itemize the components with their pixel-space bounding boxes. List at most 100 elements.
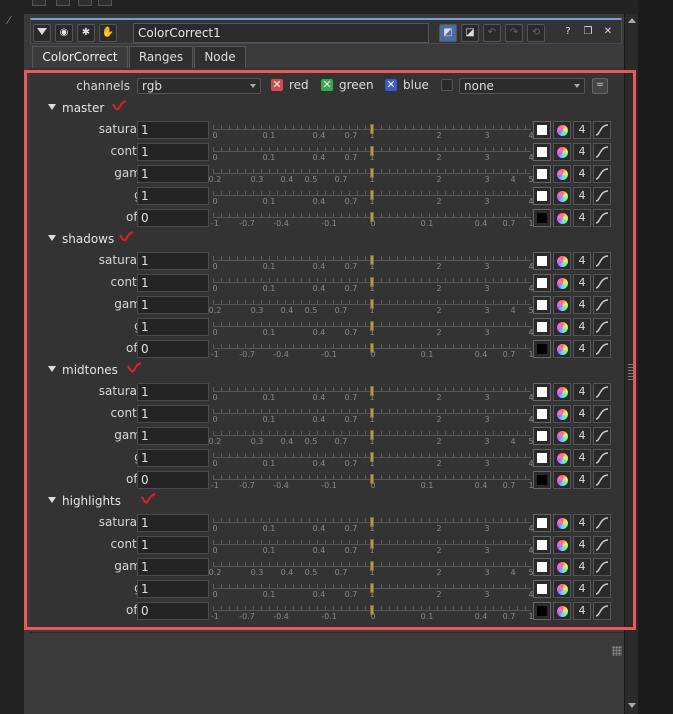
offset-slider[interactable]: -1 -0.7 -0.4 -0.1 0 0.1 0.4 0.7 1 (211, 340, 534, 359)
toolbar-tab-icon[interactable] (98, 0, 112, 6)
toolbar-tab-icon[interactable] (56, 0, 70, 6)
animation-curve-button[interactable] (593, 165, 611, 183)
color-wheel-button[interactable] (553, 558, 571, 576)
color-swatch-button[interactable] (533, 274, 551, 292)
animation-curve-button[interactable] (593, 143, 611, 161)
color-swatch-button[interactable] (533, 209, 551, 227)
contrast-value-field[interactable]: 1 (137, 536, 209, 554)
tab-node[interactable]: Node (194, 46, 246, 68)
channel-split-button[interactable]: 4 (573, 296, 591, 314)
animation-curve-button[interactable] (593, 252, 611, 270)
gamma-slider[interactable]: 0.2 0.3 0.4 0.5 0.7 1 2 3 4 5 (209, 427, 534, 446)
gamma-value-field[interactable]: 1 (137, 165, 209, 183)
saturation-value-field[interactable]: 1 (137, 121, 209, 139)
gain-slider[interactable]: 0 0.1 0.4 0.7 1 2 3 4 (212, 318, 534, 337)
collapse-button[interactable] (33, 24, 51, 42)
saturation-slider[interactable]: 0 0.1 0.4 0.7 1 2 3 4 (212, 121, 534, 140)
tab-colorcorrect[interactable]: ColorCorrect (32, 46, 128, 68)
contrast-slider[interactable]: 0 0.1 0.4 0.7 1 2 3 4 (212, 143, 534, 162)
toolbar-tab-icon[interactable] (32, 0, 46, 6)
animation-curve-button[interactable] (593, 514, 611, 532)
animation-curve-button[interactable] (593, 471, 611, 489)
channel-split-button[interactable]: 4 (573, 187, 591, 205)
contrast-value-field[interactable]: 1 (137, 143, 209, 161)
channels-select[interactable]: rgb (137, 78, 261, 94)
animation-curve-button[interactable] (593, 558, 611, 576)
color-wheel-button[interactable] (553, 296, 571, 314)
color-wheel-button[interactable] (553, 143, 571, 161)
animation-curve-button[interactable] (593, 449, 611, 467)
saturation-slider[interactable]: 0 0.1 0.4 0.7 1 2 3 4 (212, 383, 534, 402)
offset-slider[interactable]: -1 -0.7 -0.4 -0.1 0 0.1 0.4 0.7 1 (211, 471, 534, 490)
red-checkbox[interactable]: ✕ (271, 79, 283, 91)
color-wheel-button[interactable] (553, 514, 571, 532)
gain-slider[interactable]: 0 0.1 0.4 0.7 1 2 3 4 (212, 580, 534, 599)
resize-grip-icon[interactable] (612, 646, 622, 656)
animation-curve-button[interactable] (593, 602, 611, 620)
color-swatch-button[interactable] (533, 383, 551, 401)
animation-curve-button[interactable] (593, 427, 611, 445)
color-wheel-button[interactable] (553, 405, 571, 423)
animation-curve-button[interactable] (593, 121, 611, 139)
undo-button[interactable]: ↶ (483, 24, 501, 42)
saturation-value-field[interactable]: 1 (137, 252, 209, 270)
channel-split-button[interactable]: 4 (573, 580, 591, 598)
gain-slider[interactable]: 0 0.1 0.4 0.7 1 2 3 4 (212, 449, 534, 468)
color-swatch-button[interactable] (533, 471, 551, 489)
color-wheel-button[interactable] (553, 318, 571, 336)
color-wheel-button[interactable] (553, 471, 571, 489)
offset-value-field[interactable]: 0 (137, 602, 209, 620)
gain-slider[interactable]: 0 0.1 0.4 0.7 1 2 3 4 (212, 187, 534, 206)
scroll-up-icon[interactable] (628, 18, 636, 23)
collapse-triangle-icon[interactable] (48, 366, 56, 372)
extra-channel-checkbox[interactable] (441, 79, 453, 91)
scroll-down-icon[interactable] (628, 703, 636, 708)
close-button[interactable]: ✕ (599, 24, 617, 42)
animation-curve-button[interactable] (593, 340, 611, 358)
color-swatch-button[interactable] (533, 121, 551, 139)
channel-split-button[interactable]: 4 (573, 165, 591, 183)
redo-button[interactable]: ↷ (505, 24, 523, 42)
color-wheel-button[interactable] (553, 209, 571, 227)
saturation-value-field[interactable]: 1 (137, 383, 209, 401)
collapse-triangle-icon[interactable] (48, 104, 56, 110)
color-wheel-button[interactable] (553, 121, 571, 139)
channel-split-button[interactable]: 4 (573, 340, 591, 358)
scroll-grip-icon[interactable] (628, 364, 634, 382)
green-checkbox[interactable]: ✕ (321, 79, 333, 91)
offset-slider[interactable]: -1 -0.7 -0.4 -0.1 0 0.1 0.4 0.7 1 (211, 602, 534, 621)
bug-button[interactable]: ✱ (77, 24, 95, 42)
channel-split-button[interactable]: 4 (573, 427, 591, 445)
toolbar-tab-icon[interactable] (78, 0, 92, 6)
node-name-field[interactable]: ColorCorrect1 (133, 23, 429, 43)
channel-split-button[interactable]: 4 (573, 383, 591, 401)
animation-curve-button[interactable] (593, 383, 611, 401)
extra-channel-select[interactable]: none (459, 78, 585, 94)
gizmo-button[interactable]: ✋ (99, 24, 117, 42)
channel-split-button[interactable]: 4 (573, 121, 591, 139)
channel-split-button[interactable]: 4 (573, 405, 591, 423)
offset-value-field[interactable]: 0 (137, 209, 209, 227)
color-swatch-button[interactable] (533, 558, 551, 576)
animation-curve-button[interactable] (593, 296, 611, 314)
offset-value-field[interactable]: 0 (137, 471, 209, 489)
animation-curve-button[interactable] (593, 536, 611, 554)
offset-slider[interactable]: -1 -0.7 -0.4 -0.1 0 0.1 0.4 0.7 1 (211, 209, 534, 228)
channel-split-button[interactable]: 4 (573, 209, 591, 227)
color-swatch-button[interactable] (533, 252, 551, 270)
gamma-slider[interactable]: 0.2 0.3 0.4 0.5 0.7 1 2 3 4 5 (209, 296, 534, 315)
color-wheel-button[interactable] (553, 165, 571, 183)
color-wheel-button[interactable] (553, 580, 571, 598)
gamma-value-field[interactable]: 1 (137, 558, 209, 576)
float-button[interactable]: ❐ (579, 24, 597, 42)
channel-split-button[interactable]: 4 (573, 449, 591, 467)
channel-split-button[interactable]: 4 (573, 318, 591, 336)
color-button-1[interactable]: ◩ (439, 24, 457, 42)
revert-button[interactable]: ⟲ (527, 24, 545, 42)
channel-split-button[interactable]: 4 (573, 536, 591, 554)
animation-curve-button[interactable] (593, 209, 611, 227)
channel-split-button[interactable]: 4 (573, 514, 591, 532)
help-button[interactable]: ? (559, 24, 577, 42)
gamma-value-field[interactable]: 1 (137, 296, 209, 314)
gain-value-field[interactable]: 1 (137, 187, 209, 205)
